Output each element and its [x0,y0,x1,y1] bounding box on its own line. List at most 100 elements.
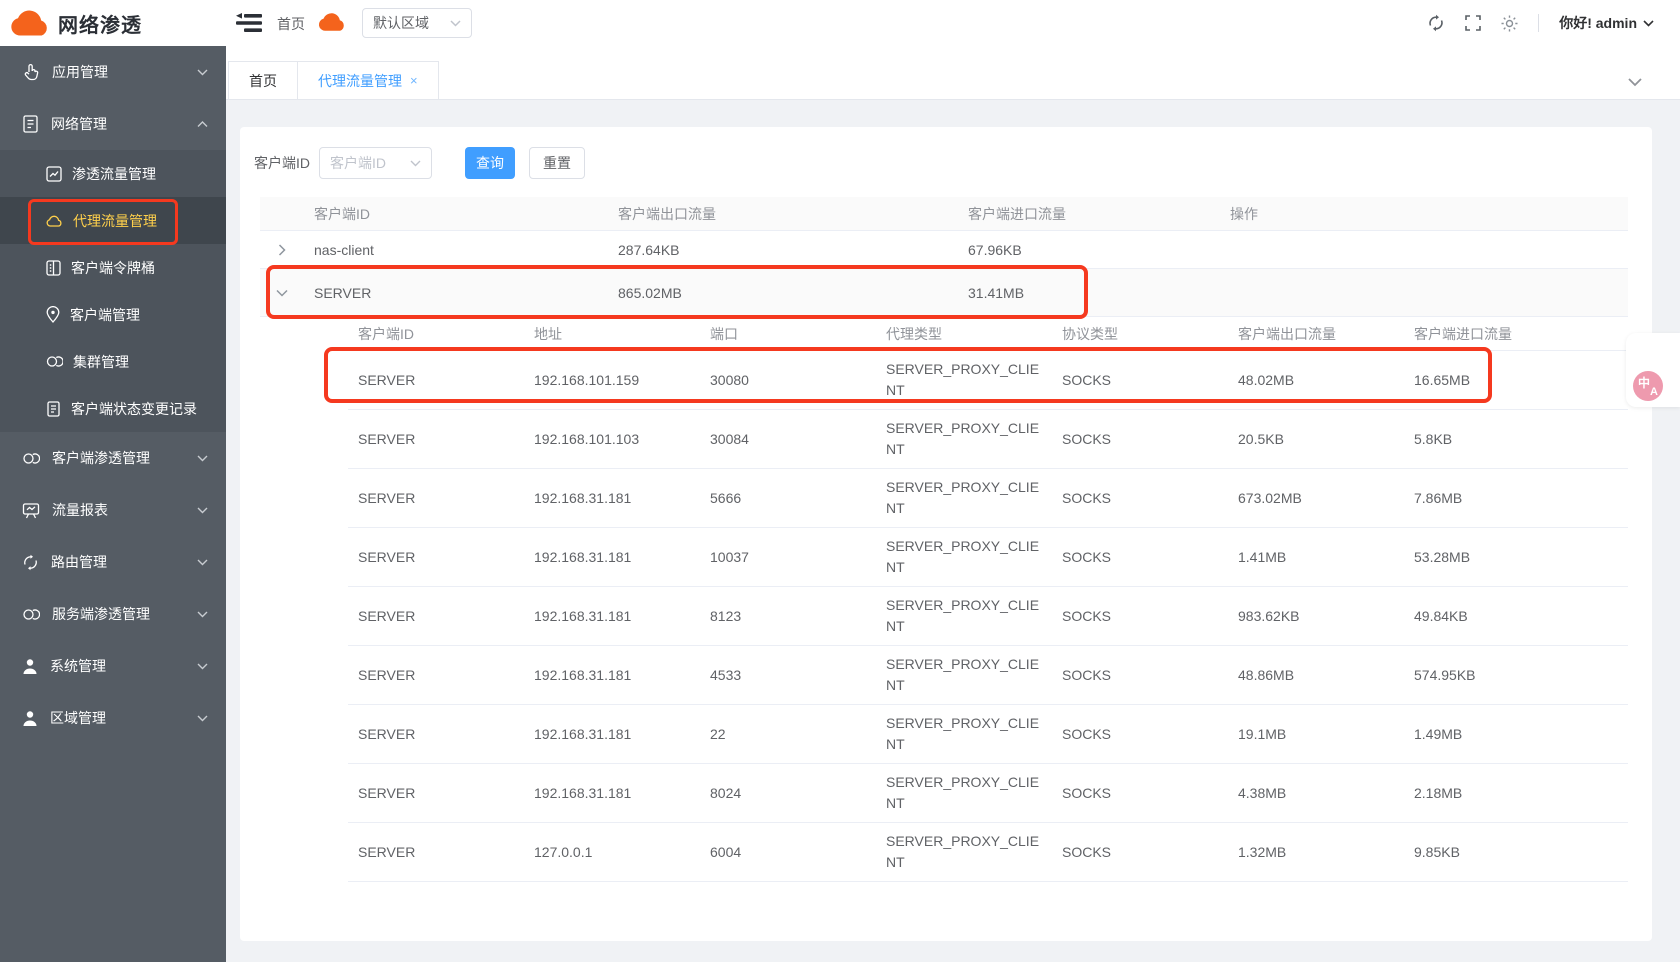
cluster-icon [22,607,40,622]
sidebar-item-region-management[interactable]: 区域管理 [0,692,226,744]
subcell-port: 10037 [700,528,876,586]
subcell-in-traffic: 5.8KB [1404,410,1628,468]
sidebar-item-client-status-records[interactable]: 客户端状态变更记录 [0,385,226,432]
subcell-port: 6004 [700,823,876,881]
reset-button[interactable]: 重置 [529,147,585,179]
tab-home[interactable]: 首页 [228,61,298,99]
sidebar-item-penetration-traffic[interactable]: 渗透流量管理 [0,150,226,197]
cell-in-traffic: 31.41MB [958,269,1220,316]
subcell-protocol: SOCKS [1052,646,1228,704]
col-out-traffic: 客户端出口流量 [608,197,958,230]
content-card: 客户端ID 客户端ID 查询 重置 客户端ID 客户端出口流量 客户端进口流量 … [240,127,1652,941]
expand-column-header [260,197,304,230]
cell-out-traffic: 865.02MB [608,269,958,316]
fullscreen-icon[interactable] [1465,15,1481,31]
translate-en-glyph: A [1650,386,1658,398]
tab-close-icon[interactable]: × [410,73,418,88]
sidebar-item-system-management[interactable]: 系统管理 [0,640,226,692]
refresh-icon[interactable] [1427,14,1445,32]
tab-label: 首页 [249,71,277,91]
sub-table-row: SERVER 192.168.31.181 10037 SERVER_PROXY… [348,528,1628,587]
chevron-down-icon [197,663,208,670]
tab-proxy-traffic[interactable]: 代理流量管理 × [298,61,439,99]
sidebar-item-label: 客户端渗透管理 [52,448,197,468]
sidebar-collapse-icon[interactable] [236,13,262,33]
client-id-select[interactable]: 客户端ID [319,147,432,179]
sidebar-item-client-token-bucket[interactable]: 客户端令牌桶 [0,244,226,291]
col-in-traffic: 客户端进口流量 [958,197,1220,230]
sidebar-item-label: 系统管理 [50,656,197,676]
subcell-port: 30080 [700,351,876,409]
subcell-proxy-type: SERVER_PROXY_CLIENT [886,418,1042,460]
header-divider [1538,14,1539,32]
subcell-client-id: SERVER [348,705,524,763]
subcell-proxy-type: SERVER_PROXY_CLIENT [886,595,1042,637]
sidebar-item-server-penetration[interactable]: 服务端渗透管理 [0,588,226,640]
breadcrumb-home[interactable]: 首页 [277,14,305,34]
header-actions: 你好! admin [1427,0,1654,46]
client-id-label: 客户端ID [254,153,310,173]
sidebar-item-proxy-traffic[interactable]: 代理流量管理 [0,197,226,244]
subcol-client-id: 客户端ID [348,317,524,350]
chevron-down-icon [197,507,208,514]
sidebar-item-label: 流量报表 [52,500,197,520]
expand-row-icon[interactable] [260,231,304,268]
subcell-proxy-type: SERVER_PROXY_CLIENT [886,654,1042,696]
sidebar-item-client-penetration[interactable]: 客户端渗透管理 [0,432,226,484]
collapse-row-icon[interactable] [260,269,304,316]
sidebar-item-label: 应用管理 [52,62,197,82]
user-menu[interactable]: 你好! admin [1559,13,1654,33]
cell-client-id: nas-client [304,231,608,268]
chevron-up-icon [197,121,208,128]
region-select[interactable]: 默认区域 [362,8,472,38]
chevron-down-icon [450,20,461,27]
subcell-port: 8024 [700,764,876,822]
subcell-protocol: SOCKS [1052,587,1228,645]
subcell-address: 127.0.0.1 [524,823,700,881]
subcell-proxy-type: SERVER_PROXY_CLIENT [886,772,1042,814]
sidebar-item-app-management[interactable]: 应用管理 [0,46,226,98]
cluster-icon [22,451,40,466]
subcell-in-traffic: 16.65MB [1404,351,1628,409]
search-button[interactable]: 查询 [465,147,515,179]
subcell-in-traffic: 53.28MB [1404,528,1628,586]
sidebar-item-route-management[interactable]: 路由管理 [0,536,226,588]
user-icon [22,710,38,727]
subcell-address: 192.168.31.181 [524,646,700,704]
sidebar-item-client-management[interactable]: 客户端管理 [0,291,226,338]
subcell-protocol: SOCKS [1052,351,1228,409]
translate-zh-glyph: 中 [1638,374,1650,391]
app-title: 网络渗透 [58,9,142,38]
subcell-protocol: SOCKS [1052,764,1228,822]
subcell-out-traffic: 983.62KB [1228,587,1404,645]
cell-out-traffic: 287.64KB [608,231,958,268]
sub-table-row: SERVER 127.0.0.1 6004 SERVER_PROXY_CLIEN… [348,823,1628,882]
subcol-proxy-type: 代理类型 [876,317,1052,350]
subcell-in-traffic: 9.85KB [1404,823,1628,881]
subcell-protocol: SOCKS [1052,469,1228,527]
subcell-client-id: SERVER [348,587,524,645]
location-pin-icon [46,306,60,323]
sidebar-item-traffic-report[interactable]: 流量报表 [0,484,226,536]
main-table: 客户端ID 客户端出口流量 客户端进口流量 操作 nas-client 287.… [260,197,1628,882]
user-icon [22,658,38,675]
cluster-icon [46,354,63,369]
subcell-proxy-type: SERVER_PROXY_CLIENT [886,831,1042,873]
subcell-out-traffic: 48.86MB [1228,646,1404,704]
tab-overflow-chevron-icon[interactable] [1628,78,1642,87]
header-cloud-icon[interactable] [318,12,346,32]
subcell-out-traffic: 48.02MB [1228,351,1404,409]
sidebar-item-network-management[interactable]: 网络管理 [0,98,226,150]
sidebar-item-cluster-management[interactable]: 集群管理 [0,338,226,385]
subcell-address: 192.168.31.181 [524,705,700,763]
subcell-address: 192.168.31.181 [524,587,700,645]
translate-badge-icon[interactable]: 中 A [1633,371,1663,401]
theme-sun-icon[interactable] [1501,15,1518,32]
query-bar: 客户端ID 客户端ID 查询 重置 [254,147,585,179]
subcell-proxy-type: SERVER_PROXY_CLIENT [886,477,1042,519]
subcell-client-id: SERVER [348,528,524,586]
subcell-out-traffic: 673.02MB [1228,469,1404,527]
subcell-out-traffic: 1.41MB [1228,528,1404,586]
line-chart-icon [46,166,62,182]
report-board-icon [22,502,40,519]
